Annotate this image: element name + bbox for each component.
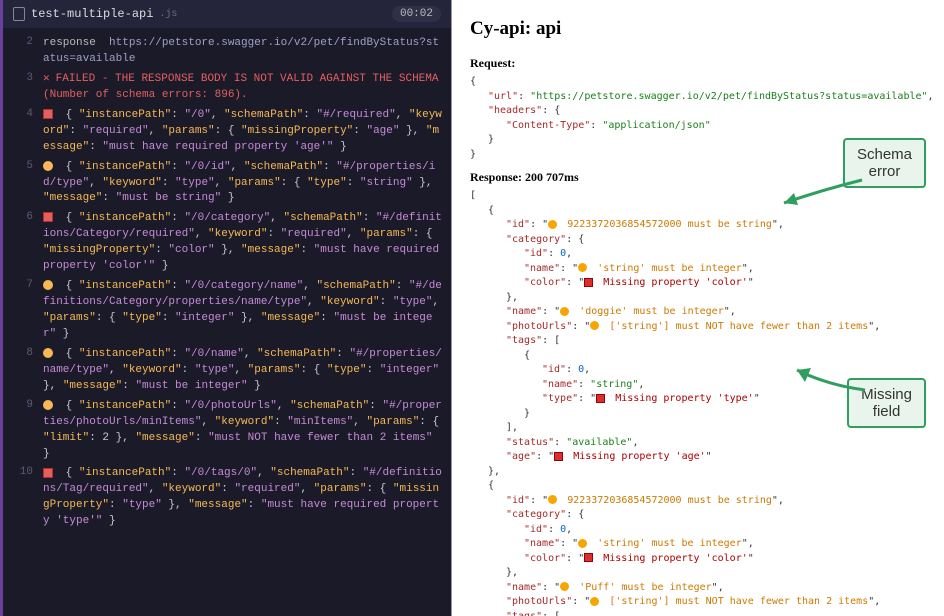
request-label: Request: xyxy=(470,56,936,71)
line-number: 10 xyxy=(3,466,43,478)
warning-dot-icon xyxy=(43,348,53,358)
line-number: 2 xyxy=(3,36,43,48)
error-square-icon xyxy=(584,278,593,287)
line-content: { "instancePath": "/0/id", "schemaPath":… xyxy=(43,160,443,208)
line-content: { "instancePath": "/0", "schemaPath": "#… xyxy=(43,108,443,156)
log-line[interactable]: 6 { "instancePath": "/0/category", "sche… xyxy=(3,209,451,277)
error-square-icon xyxy=(43,468,53,478)
warning-dot-icon xyxy=(43,280,53,290)
line-number: 4 xyxy=(3,108,43,120)
line-number: 6 xyxy=(3,211,43,223)
request-url: https://petstore.swagger.io/v2/pet/findB… xyxy=(536,91,921,102)
line-content: response https://petstore.swagger.io/v2/… xyxy=(43,36,443,68)
warning-dot-icon xyxy=(43,400,53,410)
line-number: 3 xyxy=(3,72,43,84)
error-square-icon xyxy=(584,553,593,562)
request-content-type: application/json xyxy=(608,120,704,131)
line-content: ✕FAILED - THE RESPONSE BODY IS NOT VALID… xyxy=(43,72,443,104)
warning-dot-icon xyxy=(578,263,587,272)
log-line[interactable]: 10 { "instancePath": "/0/tags/0", "schem… xyxy=(3,464,451,532)
file-icon xyxy=(13,7,25,21)
warning-dot-icon xyxy=(590,321,599,330)
callout-missing-field: Missingfield xyxy=(847,378,926,428)
timer-badge: 00:02 xyxy=(392,6,441,22)
page-title: Cy-api: api xyxy=(470,18,936,40)
cy-api-page: Cy-api: api Request: { "url": "https://p… xyxy=(452,0,944,616)
log-body[interactable]: 2response https://petstore.swagger.io/v2… xyxy=(3,28,451,538)
warning-dot-icon xyxy=(548,220,557,229)
warning-dot-icon xyxy=(578,539,587,548)
log-line[interactable]: 9 { "instancePath": "/0/photoUrls", "sch… xyxy=(3,397,451,465)
warning-dot-icon xyxy=(590,597,599,606)
file-header: test-multiple-api .js 00:02 xyxy=(3,0,451,28)
log-line[interactable]: 5 { "instancePath": "/0/id", "schemaPath… xyxy=(3,158,451,210)
log-line[interactable]: 2response https://petstore.swagger.io/v2… xyxy=(3,34,451,70)
log-line[interactable]: 8 { "instancePath": "/0/name", "schemaPa… xyxy=(3,345,451,397)
line-content: { "instancePath": "/0/photoUrls", "schem… xyxy=(43,399,443,463)
warning-dot-icon xyxy=(560,582,569,591)
error-square-icon xyxy=(596,394,605,403)
test-runner-panel: test-multiple-api .js 00:02 2response htt… xyxy=(0,0,451,616)
line-number: 5 xyxy=(3,160,43,172)
line-number: 9 xyxy=(3,399,43,411)
warning-dot-icon xyxy=(43,161,53,171)
error-square-icon xyxy=(43,212,53,222)
error-square-icon xyxy=(554,452,563,461)
line-content: { "instancePath": "/0/tags/0", "schemaPa… xyxy=(43,466,443,530)
log-line[interactable]: 3✕FAILED - THE RESPONSE BODY IS NOT VALI… xyxy=(3,70,451,106)
log-line[interactable]: 7 { "instancePath": "/0/category/name", … xyxy=(3,277,451,345)
fail-x-icon: ✕ xyxy=(43,73,50,85)
preview-panel: Cy-api: api Request: { "url": "https://p… xyxy=(451,0,944,616)
file-name: test-multiple-api xyxy=(31,7,153,21)
line-content: { "instancePath": "/0/category", "schema… xyxy=(43,211,443,275)
error-square-icon xyxy=(43,109,53,119)
line-number: 7 xyxy=(3,279,43,291)
warning-dot-icon xyxy=(560,307,569,316)
line-content: { "instancePath": "/0/category/name", "s… xyxy=(43,279,443,343)
log-line[interactable]: 4 { "instancePath": "/0", "schemaPath": … xyxy=(3,106,451,158)
file-ext: .js xyxy=(159,9,177,20)
line-content: { "instancePath": "/0/name", "schemaPath… xyxy=(43,347,443,395)
line-number: 8 xyxy=(3,347,43,359)
callout-schema-error: Schemaerror xyxy=(843,138,926,188)
warning-dot-icon xyxy=(548,495,557,504)
